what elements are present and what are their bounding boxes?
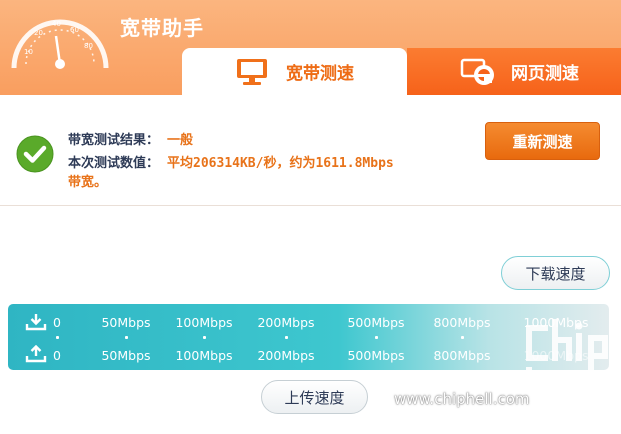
tick-dot bbox=[461, 336, 464, 339]
tab-bandwidth-test[interactable]: 宽带测速 bbox=[182, 48, 407, 95]
download-tick-label: 500Mbps bbox=[347, 315, 405, 330]
speedometer-icon: 10 20 40 60 80 bbox=[11, 19, 109, 69]
app-header: 10 20 40 60 80 宽带助手 宽带测速 网页测速 bbox=[0, 0, 621, 95]
tab-bandwidth-test-label: 宽带测速 bbox=[286, 64, 354, 84]
download-tick-label: 50Mbps bbox=[101, 315, 151, 330]
download-tick-label: 100Mbps bbox=[175, 315, 233, 330]
svg-text:10: 10 bbox=[24, 48, 33, 56]
tick-dot bbox=[125, 336, 128, 339]
download-speed-badge: 下载速度 bbox=[501, 256, 610, 290]
result-speed-value: 平均206314KB/秒，约为1611.8Mbps bbox=[167, 156, 394, 171]
upload-tick-label: 50Mbps bbox=[101, 348, 151, 363]
svg-text:60: 60 bbox=[70, 26, 79, 34]
tick-dot bbox=[56, 336, 59, 339]
result-speed-label: 本次测试数值： bbox=[68, 156, 160, 171]
result-rating-value: 一般 bbox=[167, 133, 194, 148]
tab-webpage-test[interactable]: 网页测速 bbox=[407, 48, 621, 95]
monitor-icon bbox=[232, 57, 272, 87]
result-rating-label: 带宽测试结果： bbox=[68, 133, 160, 148]
watermark-text: www.chiphell.com bbox=[394, 390, 530, 408]
tick-dot bbox=[203, 336, 206, 339]
upload-tick-label: 500Mbps bbox=[347, 348, 405, 363]
upload-tick-label: 200Mbps bbox=[257, 348, 315, 363]
app-title: 宽带助手 bbox=[120, 16, 204, 40]
result-speed-continued: 带宽。 bbox=[68, 171, 107, 190]
download-tick-label: 200Mbps bbox=[257, 315, 315, 330]
svg-text:20: 20 bbox=[34, 29, 43, 37]
svg-text:40: 40 bbox=[52, 20, 61, 28]
result-speed-row: 本次测试数值： 平均206314KB/秒，约为1611.8Mbps bbox=[68, 152, 394, 171]
upload-tick-label: 100Mbps bbox=[175, 348, 233, 363]
download-icon bbox=[25, 314, 47, 331]
tick-dot bbox=[375, 336, 378, 339]
result-rating-row: 带宽测试结果： 一般 bbox=[68, 129, 193, 148]
chiphell-logo bbox=[526, 319, 608, 419]
upload-speed-badge: 上传速度 bbox=[261, 380, 368, 414]
result-speed-value-tail: 带宽。 bbox=[68, 175, 108, 190]
upload-icon bbox=[25, 345, 47, 363]
speed-scale-bar: 0 50Mbps 100Mbps 200Mbps 500Mbps 800Mbps… bbox=[8, 304, 609, 370]
check-circle-icon bbox=[16, 135, 54, 173]
retest-button[interactable]: 重新测速 bbox=[485, 122, 600, 160]
download-tick-label: 0 bbox=[53, 315, 61, 330]
internet-explorer-icon bbox=[459, 57, 499, 87]
svg-text:80: 80 bbox=[84, 42, 93, 50]
download-tick-label: 800Mbps bbox=[433, 315, 491, 330]
upload-tick-label: 0 bbox=[53, 348, 61, 363]
tab-webpage-test-label: 网页测速 bbox=[511, 64, 579, 84]
tick-dot bbox=[285, 336, 288, 339]
upload-tick-label: 800Mbps bbox=[433, 348, 491, 363]
